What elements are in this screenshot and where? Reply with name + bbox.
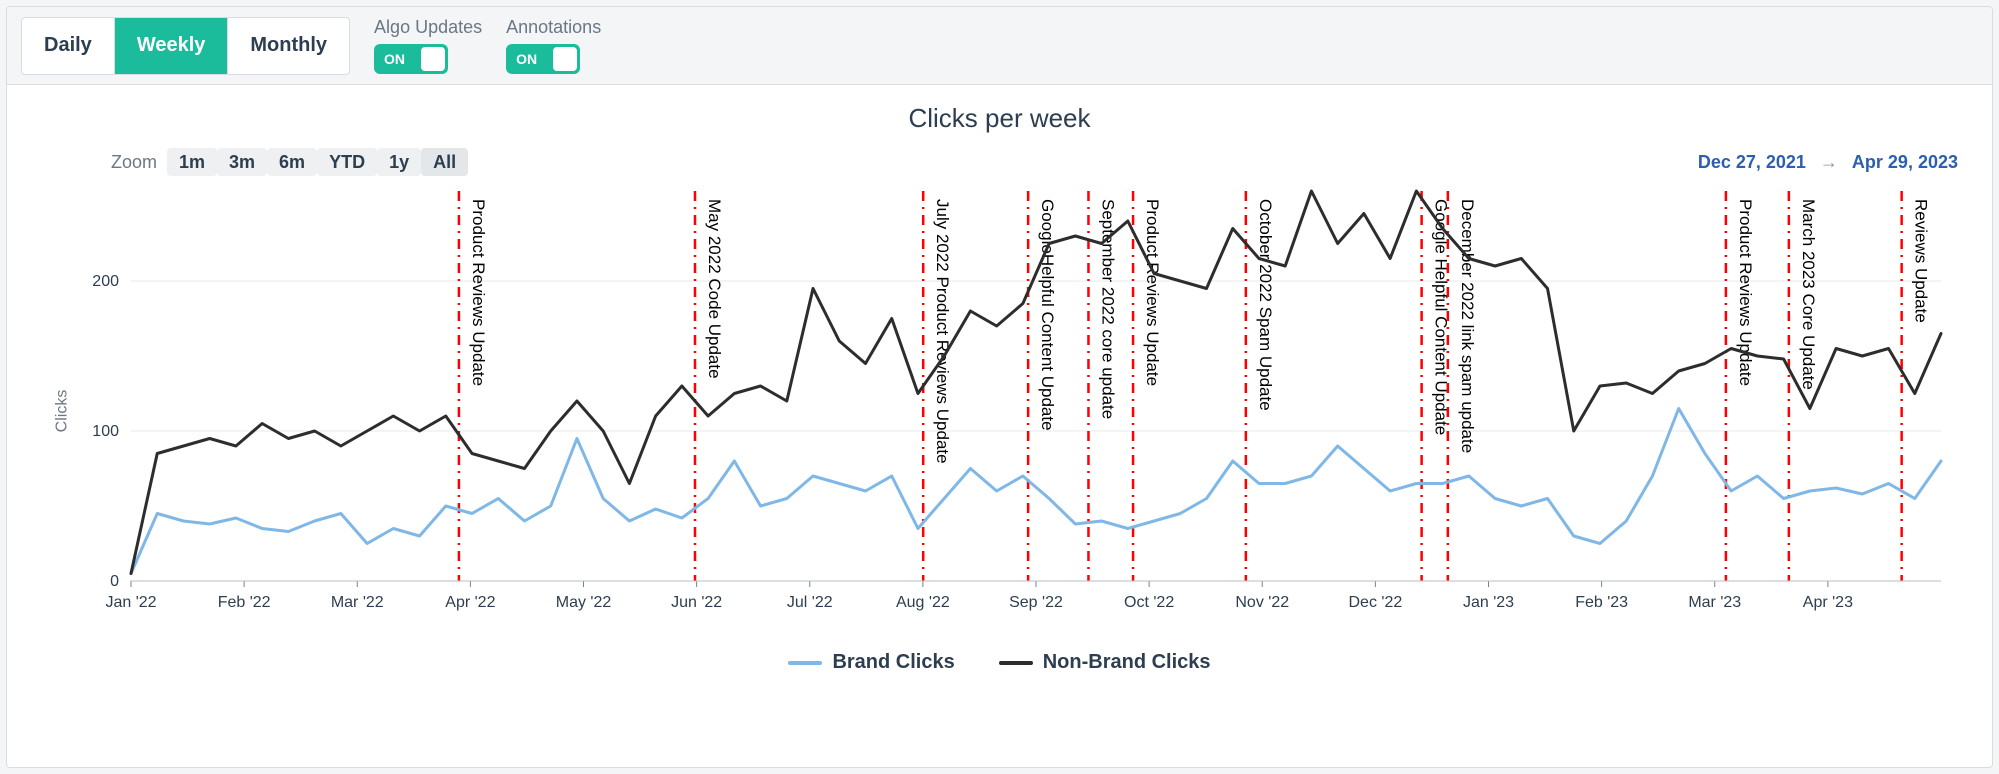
svg-text:Apr '23: Apr '23: [1803, 594, 1853, 611]
zoom-1y[interactable]: 1y: [377, 148, 421, 176]
tab-weekly[interactable]: Weekly: [115, 18, 229, 74]
toggle-thumb: [553, 47, 577, 71]
svg-text:Product Reviews Update: Product Reviews Update: [469, 199, 488, 386]
svg-text:December 2022 link spam update: December 2022 link spam update: [1458, 199, 1477, 453]
svg-text:July 2022 Product Reviews Upda: July 2022 Product Reviews Update: [933, 199, 952, 464]
chart-wrap: Clicks per week Zoom 1m3m6mYTD1yAll Dec …: [7, 85, 1992, 686]
zoom-controls: Zoom 1m3m6mYTD1yAll: [111, 152, 468, 173]
svg-text:Product Reviews Update: Product Reviews Update: [1143, 199, 1162, 386]
svg-text:May 2022 Code Update: May 2022 Code Update: [705, 199, 724, 379]
annotations-toggle-group: Annotations ON: [506, 17, 601, 74]
svg-text:Jun '22: Jun '22: [671, 594, 722, 611]
legend-swatch-nonbrand: [999, 661, 1033, 665]
annotations-toggle[interactable]: ON: [506, 44, 580, 74]
zoom-all[interactable]: All: [421, 148, 468, 176]
toggle-state-text: ON: [384, 51, 405, 67]
svg-text:Feb '22: Feb '22: [218, 594, 271, 611]
annotations-label: Annotations: [506, 17, 601, 38]
svg-text:Product Reviews Update: Product Reviews Update: [1736, 199, 1755, 386]
toggle-thumb: [421, 47, 445, 71]
zoom-1m[interactable]: 1m: [167, 148, 217, 176]
zoom-3m[interactable]: 3m: [217, 148, 267, 176]
tab-monthly[interactable]: Monthly: [228, 18, 349, 74]
svg-text:Apr '22: Apr '22: [445, 594, 495, 611]
algo-updates-toggle-group: Algo Updates ON: [374, 17, 482, 74]
svg-text:Reviews Update: Reviews Update: [1912, 199, 1931, 323]
legend-swatch-brand: [788, 661, 822, 665]
svg-text:Sep '22: Sep '22: [1009, 594, 1063, 611]
arrow-right-icon: →: [1820, 152, 1838, 173]
svg-text:100: 100: [92, 423, 119, 440]
legend-label: Non-Brand Clicks: [1043, 651, 1211, 674]
svg-text:Mar '22: Mar '22: [331, 594, 384, 611]
analytics-card: Daily Weekly Monthly Algo Updates ON Ann…: [6, 6, 1993, 768]
zoom-6m[interactable]: 6m: [267, 148, 317, 176]
chart-svg[interactable]: 0 100 200 Jan '22 Feb '22 Mar '22 Apr '22 May '…: [91, 181, 1951, 641]
zoom-ytd[interactable]: YTD: [317, 148, 377, 176]
svg-text:GoogleHelpful Content Update: GoogleHelpful Content Update: [1038, 199, 1057, 431]
date-to[interactable]: Apr 29, 2023: [1852, 152, 1958, 173]
toggle-state-text: ON: [516, 51, 537, 67]
algo-updates-label: Algo Updates: [374, 17, 482, 38]
algo-updates-toggle[interactable]: ON: [374, 44, 448, 74]
legend: Brand Clicks Non-Brand Clicks: [31, 651, 1968, 674]
legend-brand-clicks[interactable]: Brand Clicks: [788, 651, 954, 674]
svg-text:200: 200: [92, 273, 119, 290]
svg-text:Nov '22: Nov '22: [1235, 594, 1289, 611]
svg-text:Jan '23: Jan '23: [1463, 594, 1514, 611]
svg-text:Dec '22: Dec '22: [1349, 594, 1403, 611]
toolbar: Daily Weekly Monthly Algo Updates ON Ann…: [7, 7, 1992, 85]
svg-text:March 2023 Core Update: March 2023 Core Update: [1799, 199, 1818, 390]
svg-text:Jul '22: Jul '22: [787, 594, 833, 611]
plot-area[interactable]: Clicks 0100200Jan '22Feb '22Mar '22Apr '…: [91, 181, 1968, 641]
chart-title: Clicks per week: [31, 103, 1968, 134]
svg-text:Mar '23: Mar '23: [1688, 594, 1741, 611]
svg-text:May '22: May '22: [556, 594, 612, 611]
legend-label: Brand Clicks: [832, 651, 954, 674]
granularity-tabs: Daily Weekly Monthly: [21, 17, 350, 75]
svg-text:Feb '23: Feb '23: [1575, 594, 1628, 611]
date-from[interactable]: Dec 27, 2021: [1698, 152, 1806, 173]
svg-text:Jan '22: Jan '22: [105, 594, 156, 611]
chart-controls: Zoom 1m3m6mYTD1yAll Dec 27, 2021 → Apr 2…: [111, 152, 1958, 173]
y-axis-label: Clicks: [53, 390, 71, 433]
svg-text:Oct '22: Oct '22: [1124, 594, 1174, 611]
svg-text:0: 0: [110, 573, 119, 590]
zoom-label: Zoom: [111, 152, 157, 173]
date-range: Dec 27, 2021 → Apr 29, 2023: [1698, 152, 1958, 173]
svg-text:October 2022 Spam Update: October 2022 Spam Update: [1256, 199, 1275, 411]
svg-text:Aug '22: Aug '22: [896, 594, 950, 611]
tab-daily[interactable]: Daily: [22, 18, 115, 74]
legend-nonbrand-clicks[interactable]: Non-Brand Clicks: [999, 651, 1211, 674]
